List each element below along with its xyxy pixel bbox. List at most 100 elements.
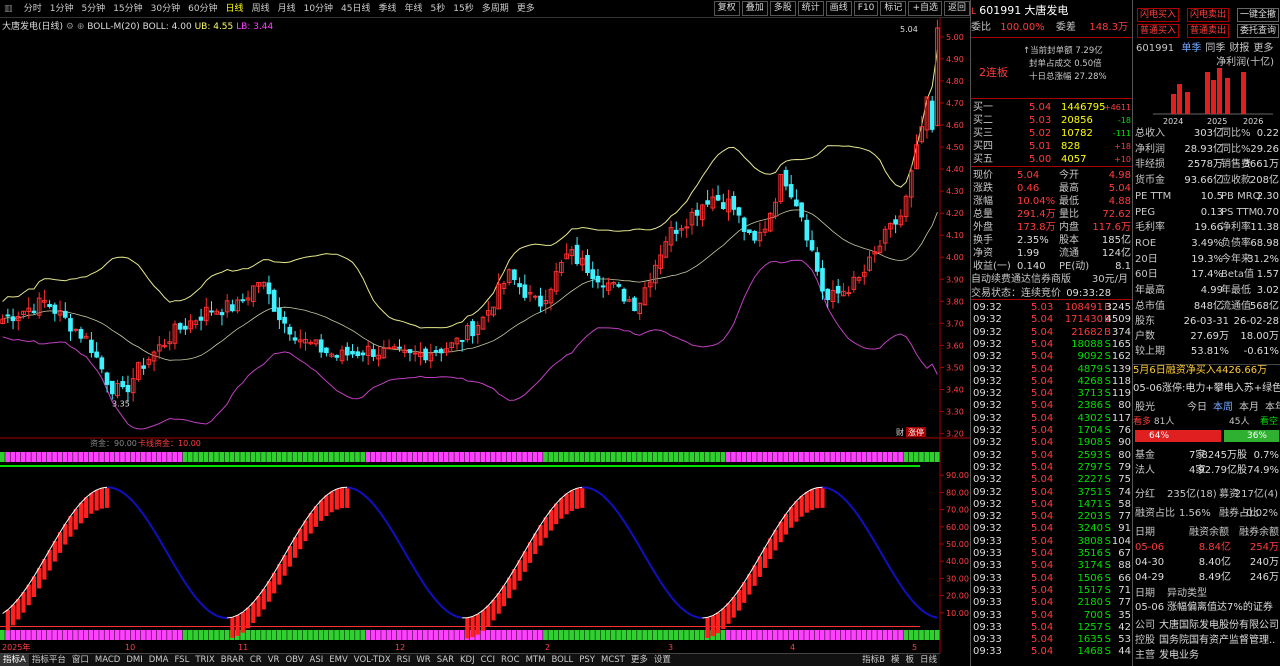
abn-row[interactable]: 05-06 涨幅偏离值达7%的证券 — [1133, 602, 1280, 614]
period-tab-2[interactable]: 5分钟 — [77, 0, 109, 17]
kline-chart[interactable]: 5.00 4.90 4.80 4.70 4.60 4.50 4.40 4.30 4.20 4.10… — [0, 18, 970, 653]
f10-tab-1[interactable]: 同季 — [1205, 43, 1225, 54]
f10-tab-0[interactable]: 单季 — [1181, 43, 1201, 54]
indicator-tab-4[interactable]: DMI — [123, 654, 145, 666]
indicator-tab-21[interactable]: MTM — [523, 654, 549, 666]
trade-button-5[interactable]: 委托查询 — [1237, 24, 1279, 38]
indicator-tab-23[interactable]: PSY — [576, 654, 598, 666]
indicator-tab-11[interactable]: OBV — [282, 654, 306, 666]
indicator-tab-5[interactable]: DMA — [146, 654, 172, 666]
indicator-tab-14[interactable]: VOL-TDX — [351, 654, 394, 666]
indicator-tab-16[interactable]: WR — [413, 654, 433, 666]
indicator-tab-9[interactable]: CR — [247, 654, 265, 666]
period-tab-7[interactable]: 周线 — [248, 0, 274, 17]
indicator-tab-10[interactable]: VR — [265, 654, 283, 666]
osc-line — [398, 542, 406, 553]
bid-row-0[interactable]: 买一 5.04 1446795 +4611 — [971, 102, 1132, 114]
indicator-tab-25[interactable]: 更多 — [628, 654, 651, 666]
vote-bar[interactable]: 64% 36% — [1135, 430, 1279, 442]
period-tab-5[interactable]: 60分钟 — [184, 0, 221, 17]
indicator-tab-26[interactable]: 设置 — [651, 654, 674, 666]
indicator-tab-15[interactable]: RSI — [394, 654, 414, 666]
fin-corner-tag[interactable]: 财 — [896, 427, 904, 437]
indicator-tab-18[interactable]: KDJ — [457, 654, 478, 666]
bid-row-2[interactable]: 买三 5.02 10782 -111 — [971, 128, 1132, 140]
trade-button-0[interactable]: 闪电买入 — [1137, 8, 1179, 22]
period-tab-16[interactable]: 更多 — [513, 0, 539, 17]
fund-pct: 74.9% — [1247, 465, 1279, 476]
indicator-tab-2[interactable]: 窗口 — [69, 654, 92, 666]
signal-strip-cell — [224, 630, 230, 640]
toolbar-button-2[interactable]: 多股 — [769, 1, 796, 16]
indicator-tab-13[interactable]: EMV — [326, 654, 351, 666]
trade-button-3[interactable]: 普通买入 — [1137, 24, 1179, 38]
toolbar-button-1[interactable]: 叠加 — [741, 1, 768, 16]
tick-side: S — [1104, 621, 1111, 633]
osc-line — [451, 613, 458, 618]
period-tab-3[interactable]: 15分钟 — [109, 0, 146, 17]
period-tab-13[interactable]: 5秒 — [427, 0, 450, 17]
sentiment-tab-2[interactable]: 本月 — [1239, 402, 1259, 413]
toolbar-button-3[interactable]: 统计 — [797, 1, 824, 16]
period-tab-4[interactable]: 30分钟 — [147, 0, 184, 17]
indicator-tab-20[interactable]: ROC — [498, 654, 523, 666]
bottom-right-tab-3[interactable]: 日线 — [917, 654, 940, 666]
sentiment-tab-1[interactable]: 本周 — [1213, 402, 1233, 413]
period-tab-15[interactable]: 多周期 — [478, 0, 513, 17]
toolbar-button-7[interactable]: +自选 — [908, 1, 942, 16]
toolbar-button-0[interactable]: 复权 — [713, 1, 740, 16]
bottom-right-tab-0[interactable]: 指标B — [859, 654, 888, 666]
f10-tab-2[interactable]: 财报 — [1229, 43, 1249, 54]
period-tab-0[interactable]: 分时 — [20, 0, 46, 17]
indicator-tab-24[interactable]: MCST — [598, 654, 628, 666]
stat-label: 涨跌 — [973, 183, 993, 194]
sentiment-tab-0[interactable]: 今日 — [1187, 402, 1207, 413]
period-tab-6[interactable]: 日线 — [222, 0, 248, 17]
indicator-tab-3[interactable]: MACD — [92, 654, 123, 666]
bid-row-4[interactable]: 买五 5.00 4057 +10 — [971, 154, 1132, 166]
toolbar-button-5[interactable]: F10 — [853, 1, 879, 16]
toolbar-button-8[interactable]: 返回 — [943, 1, 970, 16]
period-tab-12[interactable]: 年线 — [401, 0, 427, 17]
limitup-corner-tag[interactable]: 涨停 — [908, 427, 924, 437]
tick-price: 5.04 — [1031, 338, 1054, 350]
signal-strip-cell — [731, 630, 736, 640]
tick-count: 91 — [1118, 523, 1131, 535]
fee-line[interactable]: 自动续费通达信券商版 — [971, 274, 1071, 285]
candle-body — [62, 310, 68, 318]
indicator-tab-17[interactable]: SAR — [434, 654, 457, 666]
period-tab-8[interactable]: 月线 — [274, 0, 300, 17]
sentiment-tab-3[interactable]: 本年 — [1265, 402, 1280, 413]
toolbar-button-4[interactable]: 画线 — [825, 1, 852, 16]
bid-row-3[interactable]: 买四 5.01 828 +18 — [971, 141, 1132, 153]
indicator-tab-1[interactable]: 指标平台 — [29, 654, 69, 666]
margin-note[interactable]: 5月6日融资净买入4426.66万 — [1133, 364, 1280, 376]
news-line[interactable]: 05-06涨停:电力+攀电入苏+绿色.. — [1133, 383, 1280, 395]
period-tab-11[interactable]: 季线 — [375, 0, 401, 17]
indicator-tab-0[interactable]: 指标A — [0, 654, 29, 666]
toolbar-button-6[interactable]: 标记 — [880, 1, 907, 16]
indicator-tab-8[interactable]: BRAR — [218, 654, 247, 666]
indicator-tab-12[interactable]: ASI — [307, 654, 327, 666]
indicator-tab-22[interactable]: BOLL — [548, 654, 576, 666]
fee-price[interactable]: 30元/月 — [1092, 274, 1128, 286]
bottom-right-tab-2[interactable]: 板 — [902, 654, 917, 666]
fund-label: 基金 — [1135, 450, 1155, 461]
fee-row[interactable]: 自动续费通达信券商版 30元/月 — [971, 274, 1132, 286]
trade-button-4[interactable]: 普通卖出 — [1187, 24, 1229, 38]
osc-line — [858, 516, 866, 526]
candle-body — [741, 217, 747, 232]
indicator-tab-19[interactable]: CCI — [478, 654, 498, 666]
period-tab-1[interactable]: 1分钟 — [46, 0, 78, 17]
trade-button-2[interactable]: 一键全撤 — [1237, 8, 1279, 22]
indicator-tab-6[interactable]: FSL — [171, 654, 192, 666]
bottom-right-tab-1[interactable]: 模 — [888, 654, 903, 666]
bid-row-1[interactable]: 买二 5.03 20856 -18 — [971, 115, 1132, 127]
trade-button-1[interactable]: 闪电卖出 — [1187, 8, 1229, 22]
period-tab-9[interactable]: 10分钟 — [300, 0, 337, 17]
period-tab-10[interactable]: 45日线 — [337, 0, 374, 17]
period-tab-14[interactable]: 15秒 — [449, 0, 477, 17]
f10-tab-3[interactable]: 更多 — [1253, 43, 1273, 54]
menu-icon[interactable]: ▥ — [0, 0, 17, 17]
indicator-tab-7[interactable]: TRIX — [192, 654, 217, 666]
